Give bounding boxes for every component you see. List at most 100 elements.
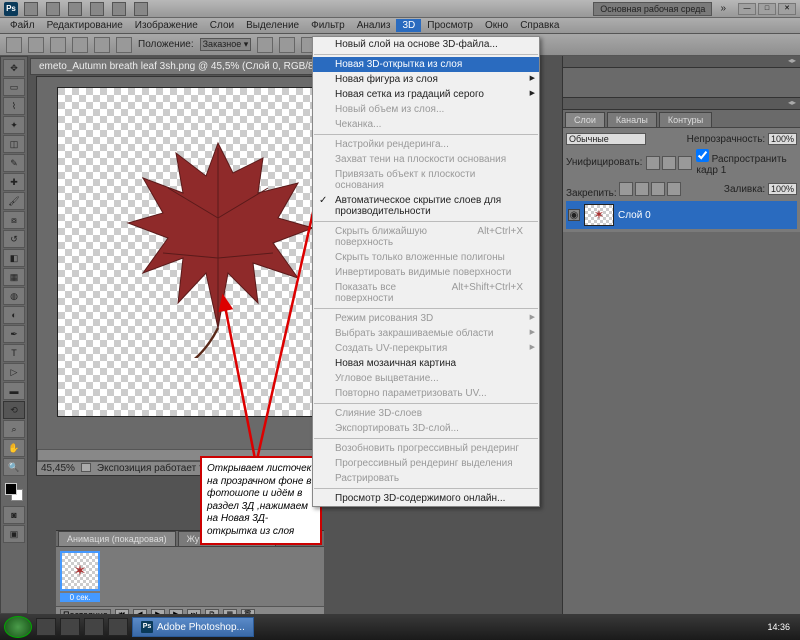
- color-swatches[interactable]: [3, 481, 25, 505]
- maximize-button[interactable]: □: [758, 3, 776, 15]
- opt-icon-2[interactable]: [50, 37, 66, 53]
- position-select[interactable]: Заказное ▾: [200, 38, 252, 51]
- shape-tool[interactable]: ▬: [3, 382, 25, 400]
- hand-tool[interactable]: ✋: [3, 439, 25, 457]
- heal-tool[interactable]: ✚: [3, 173, 25, 191]
- minimize-button[interactable]: —: [738, 3, 756, 15]
- taskbar-app-photoshop[interactable]: Ps Adobe Photoshop...: [132, 617, 254, 637]
- 3d-camera-tool[interactable]: ⌕: [3, 420, 25, 438]
- tab-layers[interactable]: Слои: [565, 112, 605, 127]
- tb-explorer-icon[interactable]: [36, 618, 56, 636]
- propagate-checkbox[interactable]: [696, 149, 709, 162]
- bridge-icon[interactable]: [24, 2, 38, 16]
- layer-thumbnail[interactable]: ✶: [584, 204, 614, 226]
- blur-tool[interactable]: ◍: [3, 287, 25, 305]
- gradient-tool[interactable]: ▦: [3, 268, 25, 286]
- workspace-switcher[interactable]: Основная рабочая среда: [593, 2, 712, 16]
- opt-icon-5[interactable]: [116, 37, 132, 53]
- dd-new-3d-postcard[interactable]: Новая 3D-открытка из слоя: [313, 57, 539, 72]
- layer-name[interactable]: Слой 0: [618, 210, 651, 221]
- menu-layers[interactable]: Слои: [204, 19, 240, 32]
- arrange-icon[interactable]: [46, 2, 60, 16]
- visibility-icon[interactable]: ◉: [568, 209, 580, 221]
- blend-mode-select[interactable]: Обычные: [566, 133, 646, 145]
- lock-pos-icon[interactable]: [651, 182, 665, 196]
- layers-tabs: Слои Каналы Контуры: [563, 110, 800, 128]
- menu-file[interactable]: Файл: [4, 19, 41, 32]
- dd-new-tiled[interactable]: Новая мозаичная картина: [313, 356, 539, 371]
- zoom-level[interactable]: 45,45%: [41, 463, 75, 474]
- anim-tab-frames[interactable]: Анимация (покадровая): [58, 531, 176, 546]
- tab-channels[interactable]: Каналы: [607, 112, 657, 127]
- frame-1[interactable]: ✶ 0 сек.: [60, 551, 100, 602]
- eyedropper-tool[interactable]: ✎: [3, 154, 25, 172]
- dd-new-shape[interactable]: Новая фигура из слоя: [313, 72, 539, 87]
- tb-shortcut-1-icon[interactable]: [60, 618, 80, 636]
- pen-tool[interactable]: ✒: [3, 325, 25, 343]
- tb-shortcut-3-icon[interactable]: [108, 618, 128, 636]
- crop-tool[interactable]: ◫: [3, 135, 25, 153]
- collapsed-panel-1[interactable]: ◂▸: [563, 56, 800, 68]
- menu-filter[interactable]: Фильтр: [305, 19, 351, 32]
- extras-icon[interactable]: [134, 2, 148, 16]
- marquee-tool[interactable]: ▭: [3, 78, 25, 96]
- brush-tool[interactable]: 🖌: [3, 192, 25, 210]
- status-icon[interactable]: [81, 463, 91, 472]
- fill-input[interactable]: 100%: [768, 183, 797, 195]
- menu-3d[interactable]: 3D: [396, 19, 421, 32]
- document-tab[interactable]: emeto_Autumn breath leaf 3sh.png @ 45,5%…: [30, 58, 340, 75]
- layer-row-0[interactable]: ◉ ✶ Слой 0: [566, 201, 797, 229]
- menu-view[interactable]: Просмотр: [421, 19, 479, 32]
- zoom-icon[interactable]: [68, 2, 82, 16]
- wand-tool[interactable]: ✦: [3, 116, 25, 134]
- collapsed-panel-2[interactable]: ◂▸: [563, 98, 800, 110]
- lock-paint-icon[interactable]: [635, 182, 649, 196]
- tb-shortcut-2-icon[interactable]: [84, 618, 104, 636]
- lasso-tool[interactable]: ⌇: [3, 97, 25, 115]
- path-tool[interactable]: ▷: [3, 363, 25, 381]
- dd-browse-3d-online[interactable]: Просмотр 3D-содержимого онлайн...: [313, 491, 539, 506]
- lock-all-icon[interactable]: [667, 182, 681, 196]
- menu-edit[interactable]: Редактирование: [41, 19, 129, 32]
- dd-invert-visible: Инвертировать видимые поверхности: [313, 265, 539, 280]
- start-button[interactable]: [4, 616, 32, 638]
- dd-auto-hide[interactable]: Автоматическое скрытие слоев для произво…: [313, 193, 539, 219]
- top-shortcuts: [24, 2, 148, 16]
- opt-icon-1[interactable]: [28, 37, 44, 53]
- history-brush-tool[interactable]: ↺: [3, 230, 25, 248]
- screenmode-tool[interactable]: ▣: [3, 525, 25, 543]
- unify-pos-icon[interactable]: [646, 156, 660, 170]
- opt-icon-3[interactable]: [72, 37, 88, 53]
- opt-icon-6[interactable]: [257, 37, 273, 53]
- unify-style-icon[interactable]: [678, 156, 692, 170]
- 3d-rotate-tool[interactable]: ⟲: [3, 401, 25, 419]
- tab-paths[interactable]: Контуры: [659, 112, 712, 127]
- move-tool[interactable]: ✥: [3, 59, 25, 77]
- menu-analysis[interactable]: Анализ: [351, 19, 397, 32]
- menu-select[interactable]: Выделение: [240, 19, 305, 32]
- menu-image[interactable]: Изображение: [129, 19, 204, 32]
- menu-window[interactable]: Окно: [479, 19, 514, 32]
- fg-color[interactable]: [5, 483, 17, 495]
- unify-vis-icon[interactable]: [662, 156, 676, 170]
- frame-time[interactable]: 0 сек.: [60, 593, 100, 602]
- hand-icon[interactable]: [90, 2, 104, 16]
- opt-icon-4[interactable]: [94, 37, 110, 53]
- lock-trans-icon[interactable]: [619, 182, 633, 196]
- zoom-tool[interactable]: 🔍: [3, 458, 25, 476]
- dd-new-layer-from-3d[interactable]: Новый слой на основе 3D-файла...: [313, 37, 539, 52]
- stamp-tool[interactable]: ⧇: [3, 211, 25, 229]
- chevron-right-icon[interactable]: »: [720, 3, 726, 14]
- opacity-input[interactable]: 100%: [768, 133, 797, 145]
- clock[interactable]: 14:36: [761, 622, 796, 632]
- tool-preset-icon[interactable]: [6, 37, 22, 53]
- dodge-tool[interactable]: ◐: [3, 306, 25, 324]
- close-button[interactable]: ✕: [778, 3, 796, 15]
- menu-help[interactable]: Справка: [514, 19, 565, 32]
- type-tool[interactable]: T: [3, 344, 25, 362]
- opt-icon-7[interactable]: [279, 37, 295, 53]
- quickmask-tool[interactable]: ◙: [3, 506, 25, 524]
- dd-new-mesh-gray[interactable]: Новая сетка из градаций серого: [313, 87, 539, 102]
- rotate-icon[interactable]: [112, 2, 126, 16]
- eraser-tool[interactable]: ◧: [3, 249, 25, 267]
